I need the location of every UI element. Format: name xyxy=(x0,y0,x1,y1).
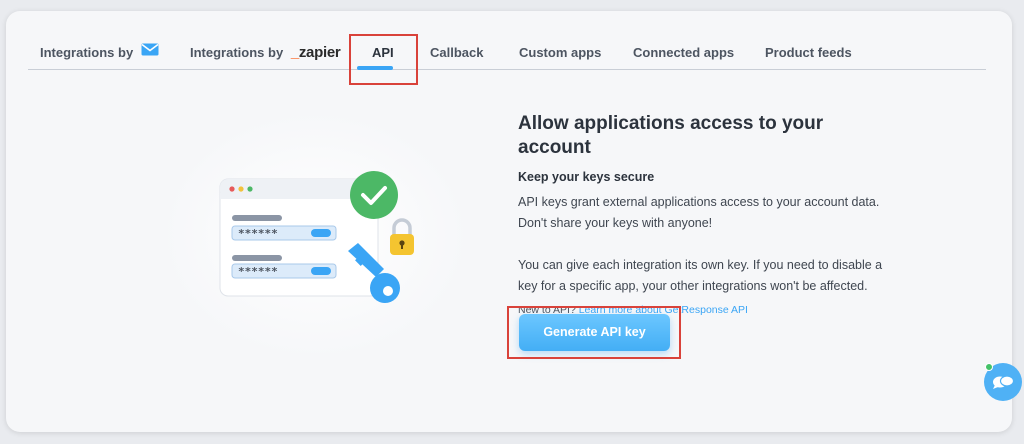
tab-connected-apps[interactable]: Connected apps xyxy=(633,30,734,70)
page-title: Allow applications access to your accoun… xyxy=(518,113,824,158)
zapier-logo: _zapier xyxy=(290,44,341,61)
api-tab-highlight-box xyxy=(349,34,418,85)
tab-label: Integrations by xyxy=(40,45,134,60)
tab-integrations-by-zapier[interactable]: Integrations by _zapier xyxy=(190,30,341,70)
section-subtitle: Keep your keys secure xyxy=(518,170,655,184)
tab-integrations-by-getresponse[interactable]: Integrations by xyxy=(40,30,159,70)
svg-text:******: ****** xyxy=(238,227,278,240)
svg-text:******: ****** xyxy=(238,265,278,278)
envelope-icon xyxy=(141,29,159,75)
api-info-panel: Allow applications access to your accoun… xyxy=(518,112,898,319)
tab-label: Integrations by xyxy=(190,45,284,60)
tab-product-feeds[interactable]: Product feeds xyxy=(765,30,852,70)
check-badge-icon xyxy=(350,171,398,219)
tab-bar: Integrations by Integrations by _zapier … xyxy=(28,30,986,70)
tab-label: Custom apps xyxy=(519,45,602,60)
tab-label: Product feeds xyxy=(765,45,852,60)
description-paragraph-2: You can give each integration its own ke… xyxy=(518,258,883,293)
api-key-illustration: ****** ****** xyxy=(219,171,414,303)
tab-callback[interactable]: Callback xyxy=(430,30,483,70)
generate-button-highlight-box xyxy=(507,306,681,359)
online-status-dot xyxy=(985,363,993,371)
tab-label: Connected apps xyxy=(633,45,735,60)
tab-label: Callback xyxy=(430,45,484,60)
padlock-icon xyxy=(390,218,414,255)
description-paragraph-1: API keys grant external applications acc… xyxy=(518,195,880,230)
tab-custom-apps[interactable]: Custom apps xyxy=(519,30,601,70)
